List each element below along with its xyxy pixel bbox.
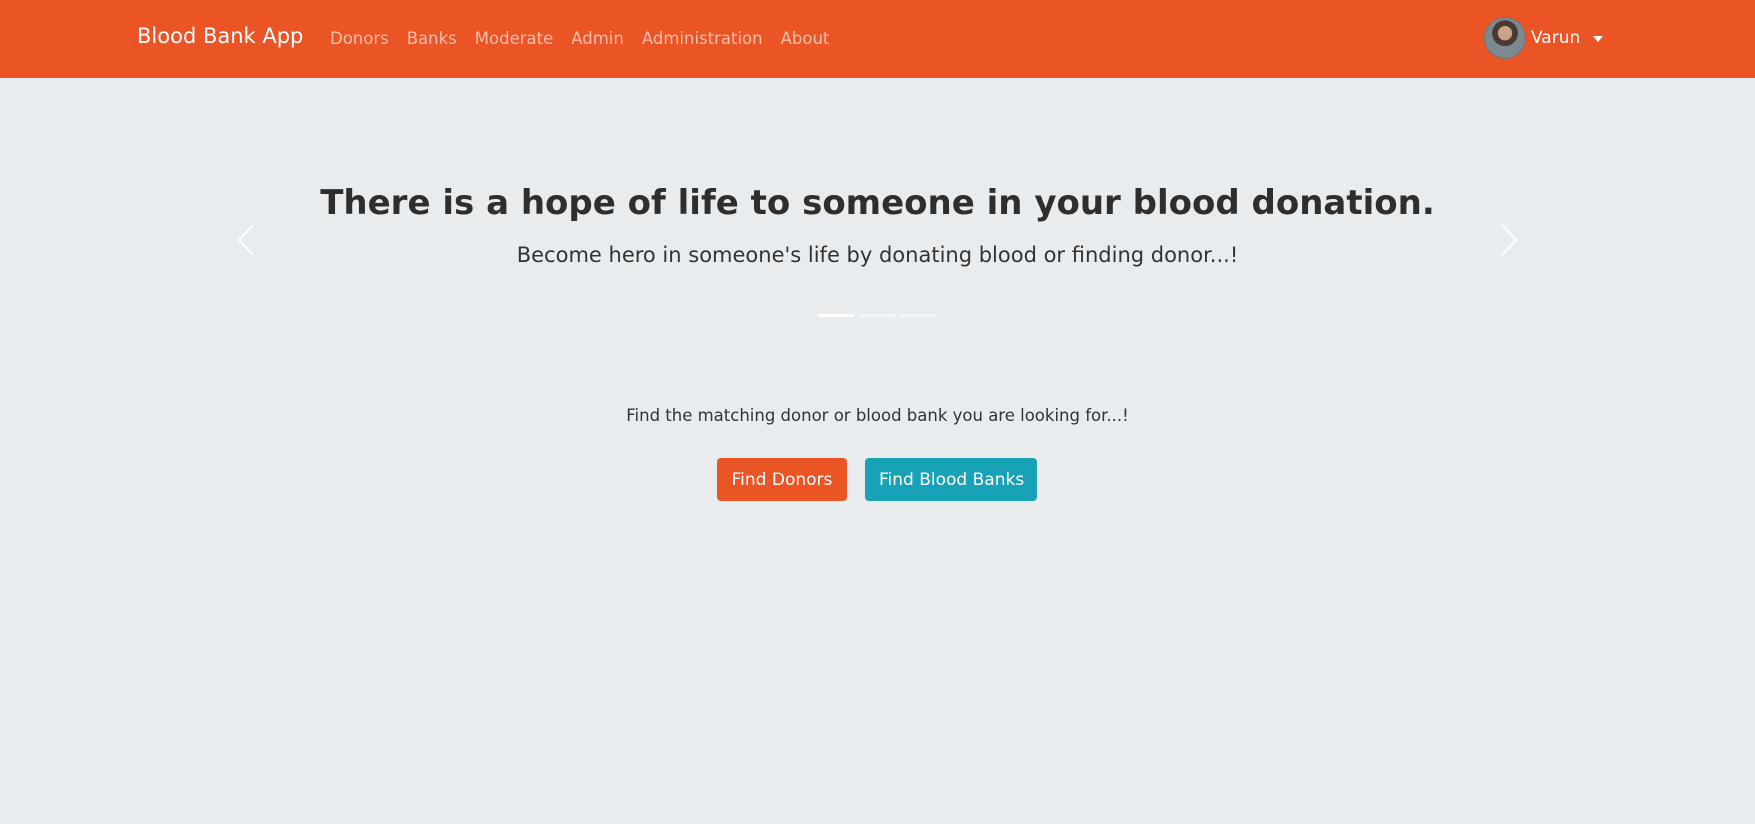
nav-links: Donors Banks Moderate Admin Administrati… xyxy=(330,29,829,48)
find-donors-button[interactable]: Find Donors xyxy=(717,458,847,501)
carousel-indicator-3[interactable] xyxy=(901,314,936,317)
cta-text: Find the matching donor or blood bank yo… xyxy=(626,406,1129,425)
nav-link-administration[interactable]: Administration xyxy=(642,29,763,48)
nav-link-moderate[interactable]: Moderate xyxy=(475,29,553,48)
nav-link-banks[interactable]: Banks xyxy=(407,29,457,48)
nav-link-donors[interactable]: Donors xyxy=(330,29,389,48)
carousel-indicators xyxy=(819,314,936,317)
find-blood-banks-button[interactable]: Find Blood Banks xyxy=(865,458,1037,501)
carousel-title: There is a hope of life to someone in yo… xyxy=(320,183,1435,223)
user-name: Varun xyxy=(1531,28,1581,48)
nav-link-about[interactable]: About xyxy=(781,29,830,48)
brand-link[interactable]: Blood Bank App xyxy=(137,24,303,48)
carousel-subtitle: Become hero in someone's life by donatin… xyxy=(516,243,1239,267)
avatar xyxy=(1484,17,1526,59)
carousel-indicator-2[interactable] xyxy=(860,314,895,317)
nav-link-admin[interactable]: Admin xyxy=(571,29,624,48)
caret-down-icon xyxy=(1593,36,1604,42)
user-menu-toggle[interactable]: Varun xyxy=(1484,17,1604,59)
navbar: Blood Bank App Donors Banks Moderate Adm… xyxy=(0,0,1755,78)
carousel-indicator-1[interactable] xyxy=(819,314,854,317)
